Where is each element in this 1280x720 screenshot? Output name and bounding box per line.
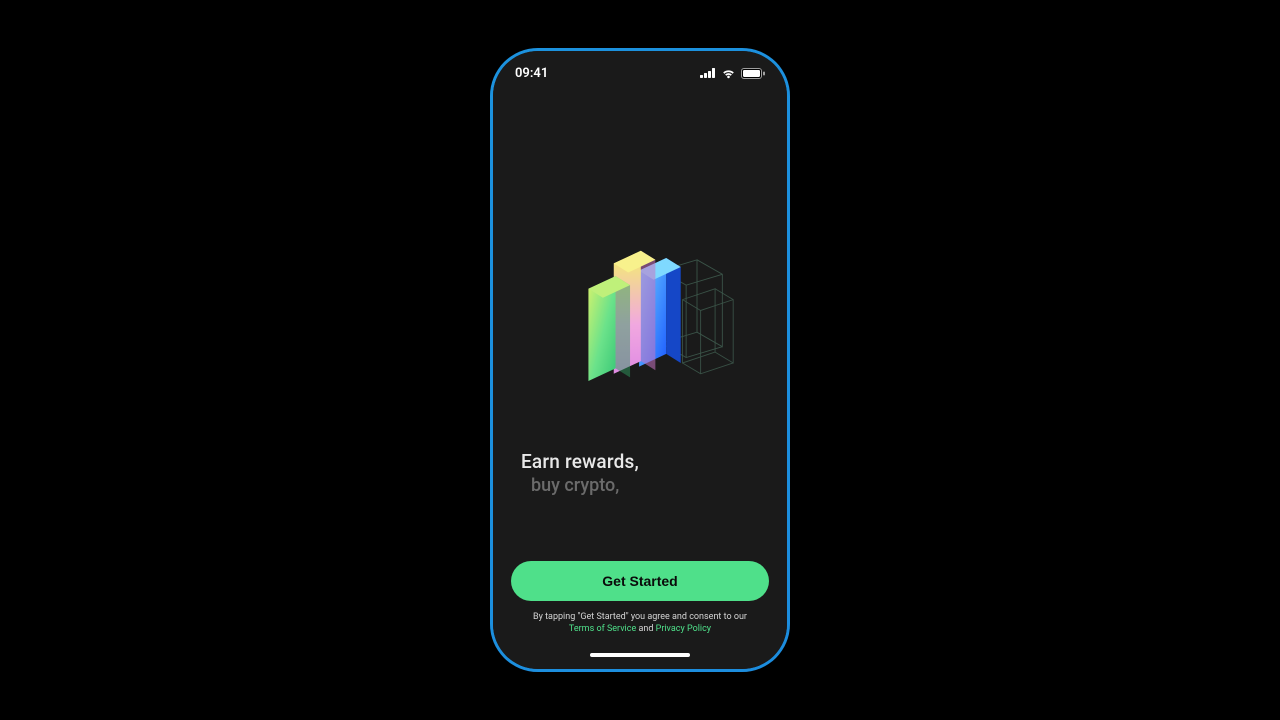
privacy-policy-link[interactable]: Privacy Policy <box>656 624 711 634</box>
status-time: 09:41 <box>515 66 548 81</box>
hero-illustration <box>545 235 735 395</box>
headline-group: Earn rewards, buy crypto, <box>521 450 639 496</box>
wifi-icon <box>721 68 736 79</box>
terms-of-service-link[interactable]: Terms of Service <box>569 624 636 634</box>
legal-text: By tapping "Get Started" you agree and c… <box>525 611 755 635</box>
headline-secondary: buy crypto, <box>531 475 639 496</box>
headline-primary: Earn rewards, <box>521 450 639 473</box>
home-indicator[interactable] <box>590 653 690 657</box>
phone-frame: 09:41 <box>490 48 790 672</box>
status-bar: 09:41 <box>493 51 787 95</box>
screen: 09:41 <box>493 51 787 669</box>
legal-and: and <box>636 624 655 634</box>
cellular-icon <box>700 68 716 78</box>
get-started-button[interactable]: Get Started <box>511 561 769 601</box>
legal-prefix: By tapping "Get Started" you agree and c… <box>533 612 747 622</box>
battery-icon <box>741 68 765 79</box>
onboarding-content: Earn rewards, buy crypto, Get Started By… <box>493 95 787 669</box>
status-icons <box>700 68 765 79</box>
stage: 09:41 <box>0 0 1280 720</box>
